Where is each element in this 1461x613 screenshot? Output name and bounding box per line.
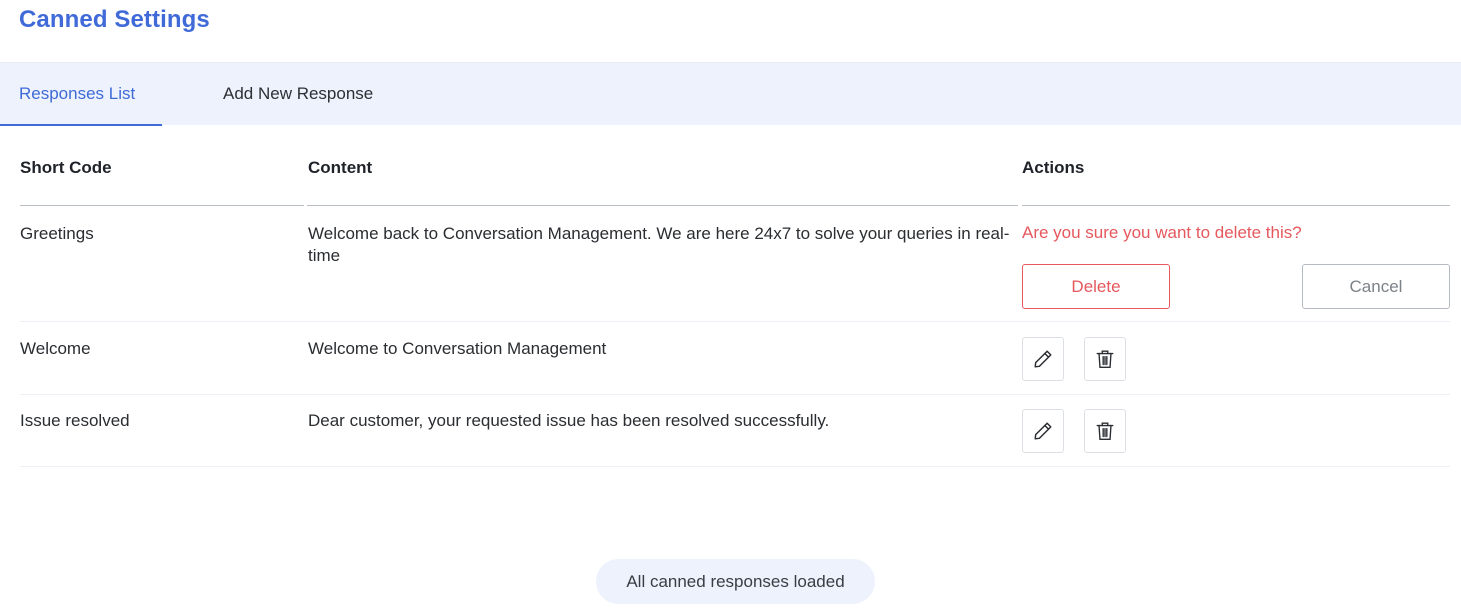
row-short-code: Welcome <box>20 339 91 358</box>
header-divider <box>1022 205 1450 206</box>
tab-responses-list[interactable]: Responses List <box>0 63 162 126</box>
row-short-code: Greetings <box>20 224 94 243</box>
row-content: Welcome back to Conversation Management.… <box>308 223 1020 267</box>
page-title: Canned Settings <box>19 6 210 33</box>
row-divider <box>20 321 1450 322</box>
trash-icon <box>1096 350 1114 368</box>
tab-bar: Responses List Add New Response <box>0 62 1461 126</box>
row-short-code: Issue resolved <box>20 411 130 430</box>
edit-button[interactable] <box>1022 409 1064 453</box>
delete-confirm-message: Are you sure you want to delete this? <box>1022 223 1302 242</box>
cancel-delete-button[interactable]: Cancel <box>1302 264 1450 309</box>
column-header-actions: Actions <box>1022 158 1085 177</box>
confirm-delete-button[interactable]: Delete <box>1022 264 1170 309</box>
header-divider <box>307 205 1018 206</box>
row-content-line: time <box>308 246 341 265</box>
status-pill: All canned responses loaded <box>596 559 875 604</box>
column-header-short-code: Short Code <box>20 158 112 177</box>
row-content-line: Welcome back to Conversation Management.… <box>308 224 1010 243</box>
column-header-content: Content <box>308 158 373 177</box>
edit-button[interactable] <box>1022 337 1064 381</box>
edit-icon <box>1034 350 1052 368</box>
trash-icon <box>1096 422 1114 440</box>
row-content: Dear customer, your requested issue has … <box>308 411 830 430</box>
edit-icon <box>1034 422 1052 440</box>
delete-button[interactable] <box>1084 337 1126 381</box>
tab-add-new-response[interactable]: Add New Response <box>223 63 373 126</box>
row-divider <box>20 394 1450 395</box>
row-divider <box>20 466 1450 467</box>
row-content: Welcome to Conversation Management <box>308 339 607 358</box>
header-divider <box>20 205 304 206</box>
delete-button[interactable] <box>1084 409 1126 453</box>
